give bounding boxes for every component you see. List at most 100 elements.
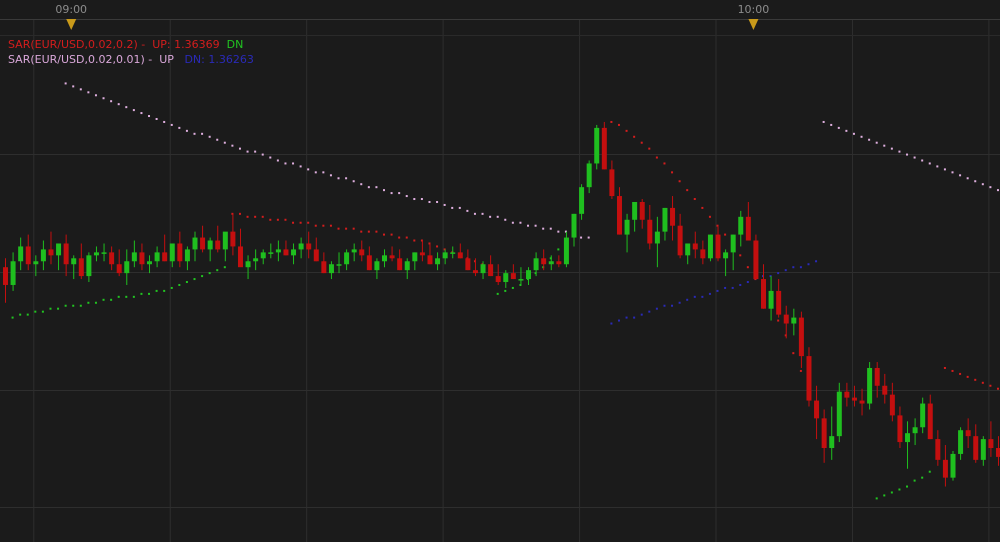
sar2-dot xyxy=(246,150,249,153)
candle-body-bull xyxy=(533,258,539,271)
sar2-dot xyxy=(640,313,643,316)
sar1-dot xyxy=(739,254,742,257)
candle-body-bear xyxy=(215,240,221,250)
sar2-dot xyxy=(815,260,818,263)
sar1-dot xyxy=(34,310,37,313)
price-chart[interactable]: 09:00 10:00 xyxy=(0,0,1000,542)
sar2-dot xyxy=(466,209,469,212)
sar2-dot xyxy=(943,168,946,171)
time-marker-icon xyxy=(748,19,759,30)
candle-body-bear xyxy=(283,249,289,256)
candle-body-bull xyxy=(480,264,486,274)
candle-body-bull xyxy=(950,453,956,478)
candle-body-bull xyxy=(503,273,509,283)
sar2-dot xyxy=(784,269,787,272)
candle-body-bear xyxy=(692,243,698,250)
candle-body-bear xyxy=(116,264,122,274)
sar1-dot xyxy=(724,233,727,236)
sar1-dot xyxy=(132,295,135,298)
candle-body-bull xyxy=(351,249,357,253)
sar2-dot xyxy=(852,132,855,135)
candle-body-bear xyxy=(397,258,403,271)
sar2-dot xyxy=(974,180,977,183)
sar1-dot xyxy=(345,227,348,230)
candle-body-bull xyxy=(328,264,334,274)
candle-body-bear xyxy=(162,252,168,262)
sar2-dot xyxy=(473,212,476,215)
sar1-dot xyxy=(610,120,613,123)
sar2-dot xyxy=(383,189,385,192)
candle-body-bear xyxy=(761,279,766,309)
sar1-dot xyxy=(72,304,75,307)
sar1-dot xyxy=(405,236,408,239)
sar1-dot xyxy=(79,304,82,307)
sar2-dot xyxy=(481,212,484,215)
candle-body-bear xyxy=(488,264,494,277)
sar1-dot xyxy=(777,319,780,322)
sar2-dot xyxy=(519,221,522,224)
sar2-dot xyxy=(451,206,454,209)
candle-body-bear xyxy=(927,403,933,440)
time-marker-icon xyxy=(66,19,77,30)
sar2-dot xyxy=(708,292,711,295)
sar2-dot xyxy=(125,106,128,109)
sar2-dot xyxy=(542,227,545,230)
sar2-dot xyxy=(496,215,499,218)
candle-body-bear xyxy=(700,249,706,259)
candle-body-bear xyxy=(556,261,562,265)
sar1-dot xyxy=(102,298,105,301)
candle-body-bear xyxy=(609,169,615,197)
sar1-dot xyxy=(360,230,363,233)
sar2-dot xyxy=(511,221,514,224)
sar2-dot xyxy=(716,289,719,292)
sar2-dot xyxy=(208,135,211,138)
candle-body-bear xyxy=(647,219,653,244)
time-tick-label: 09:00 xyxy=(55,3,87,16)
sar1-dot xyxy=(49,307,52,310)
candles xyxy=(3,121,1000,487)
candle-body-bear xyxy=(510,273,516,280)
sar2-dot xyxy=(557,230,560,233)
candle-body-bull xyxy=(124,261,130,274)
sar2-dot xyxy=(739,283,742,286)
candle-body-bull xyxy=(829,436,835,449)
sar2-dot xyxy=(678,301,681,304)
sar1-dot xyxy=(269,218,272,221)
sar1-dot xyxy=(921,476,924,479)
sar2-dot xyxy=(458,206,461,209)
legend-sar-1: SAR(EUR/USD,0.02,0.2) - UP: 1.36369 DN xyxy=(8,38,244,51)
sar2-dot xyxy=(527,224,530,227)
sar1-dot xyxy=(701,206,704,209)
candle-body-bull xyxy=(442,252,448,259)
legend-sar-2-dn-label: DN: xyxy=(184,53,205,66)
candle-body-bull xyxy=(624,219,630,235)
candle-body-bull xyxy=(867,367,873,404)
sar1-dot xyxy=(246,215,249,218)
sar2-dot xyxy=(117,103,120,106)
sar2-dot xyxy=(906,153,909,156)
candle-body-bull xyxy=(33,261,39,265)
candle-body-bull xyxy=(169,243,175,262)
sar2-dot xyxy=(110,100,113,103)
sar2-dot xyxy=(79,88,82,91)
sar2-dot xyxy=(966,177,969,180)
sar2-dot xyxy=(140,112,143,115)
sar1-dot xyxy=(276,218,279,221)
candle-body-bull xyxy=(268,252,274,254)
sar1-dot xyxy=(663,162,666,165)
candle-body-bull xyxy=(71,258,77,265)
candle-body-bull xyxy=(662,207,668,232)
sar1-dot xyxy=(208,272,211,275)
sar1-dot xyxy=(19,313,22,316)
sar2-dot xyxy=(633,316,636,319)
sar1-dot xyxy=(436,245,439,248)
candle-body-bull xyxy=(980,439,986,460)
sar2-dot xyxy=(799,266,802,269)
candle-body-bull xyxy=(336,264,342,266)
candle-body-bear xyxy=(177,243,183,262)
candle-body-bull xyxy=(958,430,964,454)
candle-body-bear xyxy=(715,234,721,259)
candle-body-bear xyxy=(366,255,372,271)
sar2-dot xyxy=(367,186,370,189)
sar2-dot xyxy=(890,147,893,150)
